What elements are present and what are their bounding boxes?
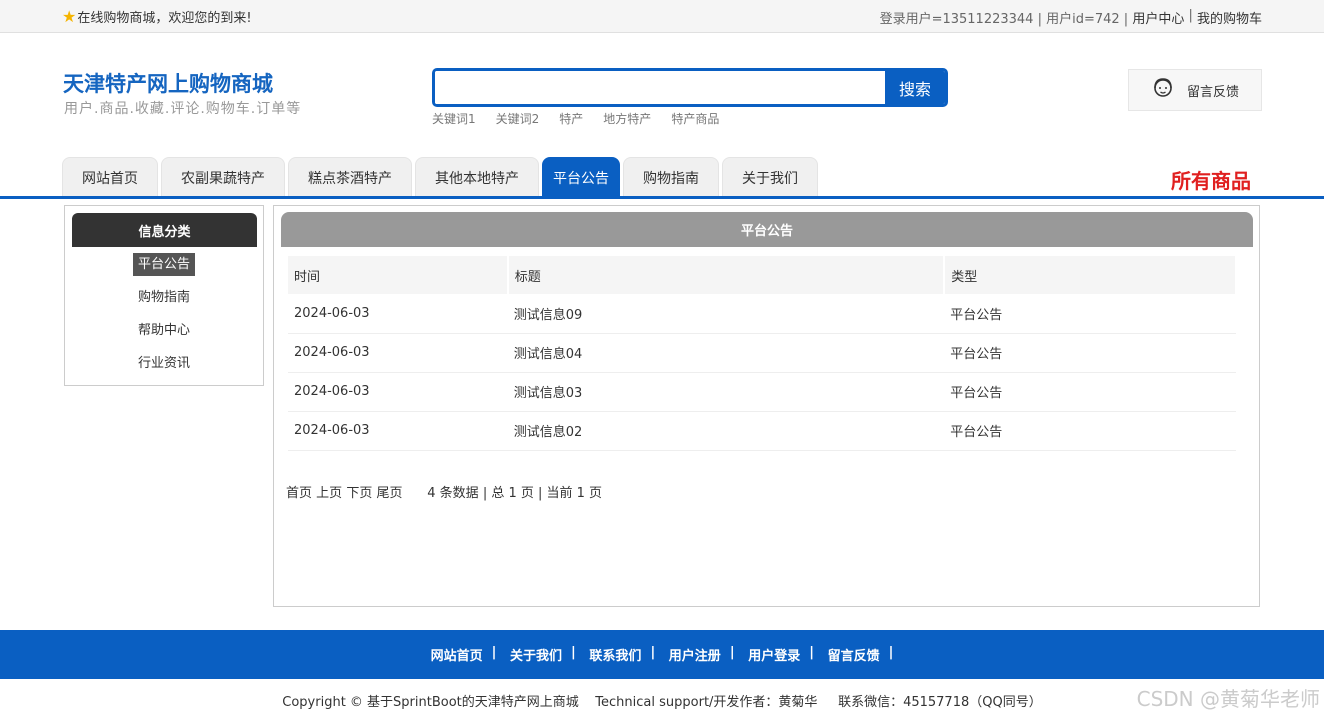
search-input[interactable]	[435, 71, 885, 104]
table-row: 2024-06-03 测试信息03 平台公告	[288, 372, 1236, 412]
site-subtitle: 用户.商品.收藏.评论.购物车.订单等	[64, 101, 302, 117]
footer-link-login[interactable]: 用户登录	[748, 645, 800, 664]
hot-keyword[interactable]: 特产	[559, 110, 583, 127]
sidebar-title: 信息分类	[72, 213, 257, 247]
sidebar-item-label: 行业资讯	[137, 356, 190, 371]
customer-service-icon	[1151, 76, 1175, 104]
footer-bar: 网站首页 | 关于我们 | 联系我们 | 用户注册 | 用户登录 | 留言反馈 …	[0, 630, 1324, 679]
welcome-message: ★ 在线购物商城，欢迎您的到来!	[62, 7, 252, 26]
panel-title: 平台公告	[281, 212, 1253, 247]
nav-tab-announcements[interactable]: 平台公告	[542, 157, 620, 197]
main-nav: 网站首页 农副果蔬特产 糕点茶酒特产 其他本地特产 平台公告 购物指南 关于我们	[62, 157, 818, 197]
sidebar: 信息分类 平台公告 购物指南 帮助中心 行业资讯	[64, 205, 264, 386]
row-date: 2024-06-03	[288, 294, 508, 334]
sidebar-item-label: 帮助中心	[137, 323, 190, 338]
hot-keyword[interactable]: 特产商品	[671, 110, 719, 127]
nav-tab-about[interactable]: 关于我们	[722, 157, 818, 197]
user-info: 登录用户=13511223344 | 用户id=742 |	[879, 12, 1133, 27]
user-center-link[interactable]: 用户中心	[1132, 8, 1184, 27]
hot-keyword[interactable]: 关键词2	[496, 110, 540, 127]
table-row: 2024-06-03 测试信息02 平台公告	[288, 411, 1236, 451]
pager-summary: 4 条数据 | 总 1 页 | 当前 1 页	[427, 486, 603, 501]
announcement-table: 时间 标题 类型 2024-06-03 测试信息09 平台公告 2024-06-…	[288, 256, 1237, 451]
search-box: 搜索	[432, 68, 948, 107]
hot-keyword[interactable]: 关键词1	[432, 110, 476, 127]
footer-link-home[interactable]: 网站首页	[431, 645, 483, 664]
footer-link-feedback[interactable]: 留言反馈	[828, 645, 880, 664]
search-button[interactable]: 搜索	[885, 71, 945, 104]
nav-divider	[0, 196, 1324, 199]
row-title-link[interactable]: 测试信息03	[507, 372, 945, 412]
nav-tab-guide[interactable]: 购物指南	[623, 157, 719, 197]
top-bar: ★ 在线购物商城，欢迎您的到来! 登录用户=13511223344 | 用户id…	[0, 0, 1324, 33]
pager-last[interactable]: 尾页	[376, 482, 402, 501]
sidebar-item-news[interactable]: 行业资讯	[65, 353, 263, 375]
pagination: 首页 上页 下页 尾页 4 条数据 | 总 1 页 | 当前 1 页	[286, 482, 602, 501]
cart-link[interactable]: 我的购物车	[1197, 8, 1262, 27]
link-separator: |	[1184, 8, 1197, 23]
feedback-button[interactable]: 留言反馈	[1128, 69, 1262, 111]
column-header-type: 类型	[944, 256, 1237, 294]
table-header-row: 时间 标题 类型	[288, 256, 1237, 294]
sidebar-item-label: 平台公告	[132, 253, 195, 276]
hot-keywords: 关键词1 关键词2 特产 地方特产 特产商品	[432, 110, 719, 127]
welcome-text: 在线购物商城，欢迎您的到来!	[77, 11, 252, 26]
row-type: 平台公告	[944, 411, 1236, 451]
user-links: 登录用户=13511223344 | 用户id=742 | 用户中心 | 我的购…	[880, 8, 1262, 27]
hot-keyword[interactable]: 地方特产	[603, 110, 651, 127]
feedback-label: 留言反馈	[1187, 84, 1240, 100]
table-row: 2024-06-03 测试信息09 平台公告	[288, 294, 1236, 334]
row-date: 2024-06-03	[288, 411, 508, 451]
nav-tab-home[interactable]: 网站首页	[62, 157, 158, 197]
pager-prev[interactable]: 上页	[316, 482, 342, 501]
nav-tab-other[interactable]: 其他本地特产	[415, 157, 539, 197]
column-header-title: 标题	[507, 256, 946, 294]
row-date: 2024-06-03	[288, 372, 508, 412]
nav-tab-pastry[interactable]: 糕点茶酒特产	[288, 157, 412, 197]
announcement-panel: 平台公告 时间 标题 类型 2024-06-03 测试信息09 平台公告 202…	[273, 205, 1260, 607]
star-icon: ★	[62, 6, 77, 26]
row-type: 平台公告	[944, 333, 1236, 373]
column-header-time: 时间	[288, 256, 509, 294]
pager-next[interactable]: 下页	[346, 482, 372, 501]
sidebar-item-announcements[interactable]: 平台公告	[65, 253, 263, 276]
sidebar-item-guide[interactable]: 购物指南	[65, 287, 263, 309]
site-title[interactable]: 天津特产网上购物商城	[63, 68, 273, 98]
copyright-text: Copyright © 基于SprintBoot的天津特产网上商城 Techni…	[282, 695, 1042, 710]
row-title-link[interactable]: 测试信息04	[507, 333, 945, 373]
sidebar-item-help[interactable]: 帮助中心	[65, 320, 263, 342]
all-goods-link[interactable]: 所有商品	[1171, 165, 1251, 194]
row-title-link[interactable]: 测试信息09	[507, 294, 945, 334]
row-date: 2024-06-03	[288, 333, 508, 373]
row-type: 平台公告	[944, 372, 1236, 412]
footer-link-about[interactable]: 关于我们	[510, 645, 562, 664]
table-row: 2024-06-03 测试信息04 平台公告	[288, 333, 1236, 373]
row-title-link[interactable]: 测试信息02	[507, 411, 945, 451]
pager-first[interactable]: 首页	[286, 482, 312, 501]
footer-links: 网站首页 | 关于我们 | 联系我们 | 用户注册 | 用户登录 | 留言反馈 …	[430, 645, 894, 664]
footer-link-register[interactable]: 用户注册	[669, 645, 721, 664]
footer-link-contact[interactable]: 联系我们	[589, 645, 641, 664]
sidebar-item-label: 购物指南	[137, 290, 190, 305]
nav-tab-produce[interactable]: 农副果蔬特产	[161, 157, 285, 197]
watermark: CSDN @黄菊华老师	[1136, 687, 1320, 711]
row-type: 平台公告	[944, 294, 1236, 334]
